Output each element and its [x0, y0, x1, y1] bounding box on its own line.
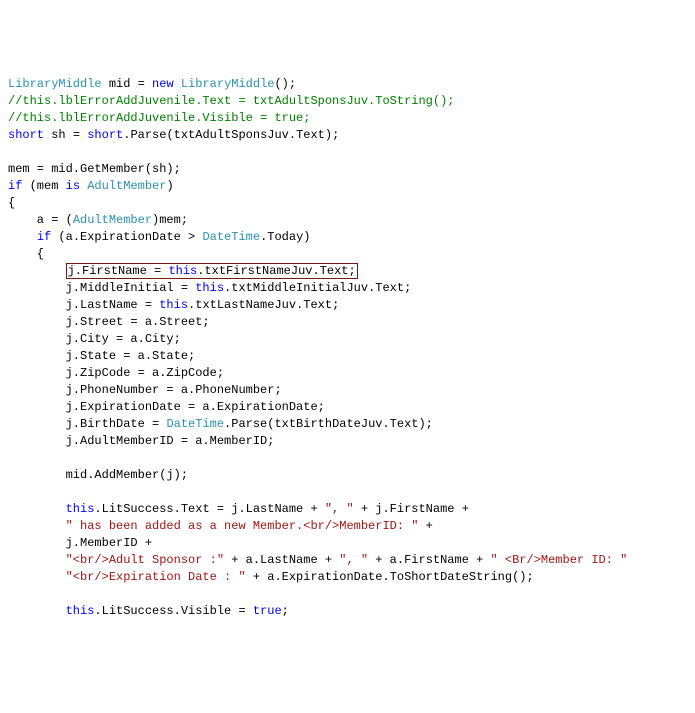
- code-text: .txtLastNameJuv.Text;: [188, 298, 339, 312]
- code-text: [8, 264, 66, 278]
- code-text: .LitSuccess.Visible =: [94, 604, 252, 618]
- code-line: a = (AdultMember)mem;: [8, 212, 687, 229]
- keyword-token: new: [152, 77, 174, 91]
- keyword-token: if: [8, 179, 22, 193]
- code-line: mid.AddMember(j);: [8, 467, 687, 484]
- code-text: ): [166, 179, 173, 193]
- code-text: +: [418, 519, 432, 533]
- keyword-token: this: [168, 264, 197, 278]
- code-text: [8, 604, 66, 618]
- keyword-token: short: [8, 128, 44, 142]
- keyword-token: this: [66, 604, 95, 618]
- code-text: j.FirstName =: [68, 264, 169, 278]
- code-line: {: [8, 246, 687, 263]
- string-token: " <Br/>Member ID: ": [491, 553, 628, 567]
- code-text: .Parse(txtBirthDateJuv.Text);: [224, 417, 433, 431]
- code-text: )mem;: [152, 213, 188, 227]
- string-token: "<br/>Expiration Date : ": [66, 570, 246, 584]
- code-line: this.LitSuccess.Visible = true;: [8, 603, 687, 620]
- code-line: j.ZipCode = a.ZipCode;: [8, 365, 687, 382]
- keyword-token: this: [195, 281, 224, 295]
- string-token: ", ": [339, 553, 368, 567]
- code-text: a = (: [8, 213, 73, 227]
- blank-line: [8, 586, 687, 603]
- code-text: + a.ExpirationDate.ToShortDateString();: [246, 570, 534, 584]
- code-text: + a.FirstName +: [368, 553, 490, 567]
- code-line: mem = mid.GetMember(sh);: [8, 161, 687, 178]
- type-token: AdultMember: [73, 213, 152, 227]
- code-text: .Today): [260, 230, 310, 244]
- comment-line: //this.lblErrorAddJuvenile.Visible = tru…: [8, 110, 687, 127]
- code-text: .LitSuccess.Text = j.LastName +: [94, 502, 324, 516]
- comment-line: //this.lblErrorAddJuvenile.Text = txtAdu…: [8, 93, 687, 110]
- code-line: j.MemberID +: [8, 535, 687, 552]
- code-text: j.BirthDate =: [8, 417, 166, 431]
- type-token: LibraryMiddle: [181, 77, 275, 91]
- type-token: AdultMember: [87, 179, 166, 193]
- code-text: .txtMiddleInitialJuv.Text;: [224, 281, 411, 295]
- code-text: [8, 519, 66, 533]
- code-line: j.FirstName = this.txtFirstNameJuv.Text;: [8, 263, 687, 280]
- code-line: j.AdultMemberID = a.MemberID;: [8, 433, 687, 450]
- code-line: j.MiddleInitial = this.txtMiddleInitialJ…: [8, 280, 687, 297]
- code-text: ();: [274, 77, 296, 91]
- code-line: "<br/>Adult Sponsor :" + a.LastName + ",…: [8, 552, 687, 569]
- code-line: " has been added as a new Member.<br/>Me…: [8, 518, 687, 535]
- code-text: [8, 570, 66, 584]
- code-text: sh =: [44, 128, 87, 142]
- code-text: ;: [282, 604, 289, 618]
- keyword-token: this: [159, 298, 188, 312]
- code-text: j.LastName =: [8, 298, 159, 312]
- code-text: [8, 230, 37, 244]
- string-token: "<br/>Adult Sponsor :": [66, 553, 224, 567]
- keyword-token: short: [87, 128, 123, 142]
- highlighted-code: j.FirstName = this.txtFirstNameJuv.Text;: [66, 263, 358, 279]
- code-line: j.City = a.City;: [8, 331, 687, 348]
- string-token: ", ": [325, 502, 354, 516]
- code-text: + a.LastName +: [224, 553, 339, 567]
- blank-line: [8, 484, 687, 501]
- code-line: j.State = a.State;: [8, 348, 687, 365]
- code-text: [8, 553, 66, 567]
- keyword-token: this: [66, 502, 95, 516]
- code-line: j.ExpirationDate = a.ExpirationDate;: [8, 399, 687, 416]
- code-line: j.BirthDate = DateTime.Parse(txtBirthDat…: [8, 416, 687, 433]
- code-text: mid =: [102, 77, 152, 91]
- keyword-token: if: [37, 230, 51, 244]
- keyword-token: true: [253, 604, 282, 618]
- code-line: j.Street = a.Street;: [8, 314, 687, 331]
- type-token: DateTime: [166, 417, 224, 431]
- code-line: LibraryMiddle mid = new LibraryMiddle();: [8, 76, 687, 93]
- string-token: " has been added as a new Member.<br/>Me…: [66, 519, 419, 533]
- code-text: [8, 502, 66, 516]
- code-line: if (mem is AdultMember): [8, 178, 687, 195]
- blank-line: [8, 144, 687, 161]
- keyword-token: is: [66, 179, 80, 193]
- blank-line: [8, 450, 687, 467]
- code-line: j.PhoneNumber = a.PhoneNumber;: [8, 382, 687, 399]
- code-block: LibraryMiddle mid = new LibraryMiddle();…: [8, 76, 687, 620]
- code-text: .Parse(txtAdultSponsJuv.Text);: [123, 128, 339, 142]
- code-text: + j.FirstName +: [354, 502, 469, 516]
- code-text: .txtFirstNameJuv.Text;: [197, 264, 355, 278]
- code-line: if (a.ExpirationDate > DateTime.Today): [8, 229, 687, 246]
- code-text: [174, 77, 181, 91]
- code-text: j.MiddleInitial =: [8, 281, 195, 295]
- code-line: short sh = short.Parse(txtAdultSponsJuv.…: [8, 127, 687, 144]
- code-text: (a.ExpirationDate >: [51, 230, 202, 244]
- type-token: DateTime: [202, 230, 260, 244]
- code-line: this.LitSuccess.Text = j.LastName + ", "…: [8, 501, 687, 518]
- code-line: {: [8, 195, 687, 212]
- type-token: LibraryMiddle: [8, 77, 102, 91]
- code-line: j.LastName = this.txtLastNameJuv.Text;: [8, 297, 687, 314]
- code-line: "<br/>Expiration Date : " + a.Expiration…: [8, 569, 687, 586]
- code-text: (mem: [22, 179, 65, 193]
